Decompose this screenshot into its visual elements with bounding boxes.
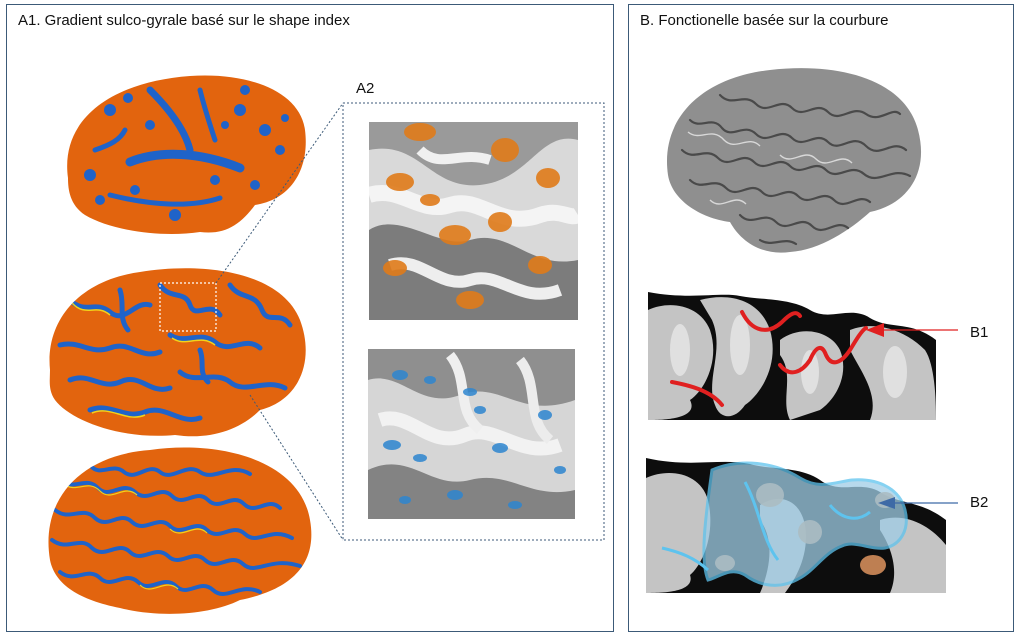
cross-section-b2 (646, 458, 946, 593)
cross-section-b1 (648, 292, 936, 420)
brain-surface-smooth (67, 75, 306, 235)
brain-surface-detailed (48, 447, 312, 614)
inset-a2-sulcal-view (368, 349, 575, 519)
brain-surface-medium (49, 268, 306, 437)
brain-surface-gray (666, 68, 922, 253)
figure-canvas (48, 68, 958, 614)
inset-a2-gyral-view (369, 122, 578, 320)
